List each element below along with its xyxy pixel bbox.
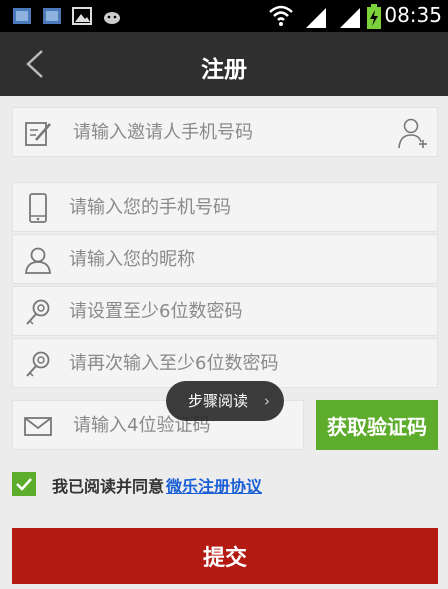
picture-icon: [72, 7, 92, 25]
title-bar: 注册: [0, 32, 448, 96]
password-confirm-input[interactable]: [69, 339, 389, 387]
password-field[interactable]: [12, 286, 438, 336]
agreement-link[interactable]: 微乐注册协议: [166, 473, 262, 497]
wifi-icon: [269, 5, 293, 26]
chevron-right-icon: ›: [264, 392, 270, 410]
signal-icon: [340, 8, 360, 28]
nickname-field[interactable]: [12, 234, 438, 284]
agreement-checkbox[interactable]: [12, 472, 36, 496]
sim-icon: [43, 8, 61, 24]
envelope-icon: [24, 417, 52, 436]
phone-icon: [29, 193, 47, 223]
step-reading-toast[interactable]: 步骤阅读 ›: [166, 381, 284, 421]
user-icon: [25, 247, 51, 274]
phone-input[interactable]: [69, 183, 389, 231]
android-icon: [104, 12, 120, 24]
submit-button[interactable]: 提交: [12, 528, 438, 584]
password-input[interactable]: [69, 287, 389, 335]
get-code-button[interactable]: 获取验证码: [316, 400, 438, 450]
agreement-text: 我已阅读并同意: [52, 477, 165, 496]
nickname-input[interactable]: [69, 235, 389, 283]
signal-icon: [306, 8, 326, 28]
sim-icon: [13, 8, 31, 24]
battery-charging-icon: [367, 4, 381, 29]
add-contact-icon[interactable]: [397, 116, 429, 150]
clock: 08:35: [384, 3, 442, 27]
phone-field[interactable]: [12, 182, 438, 232]
toast-label: 步骤阅读: [188, 392, 249, 410]
key-icon: [26, 351, 50, 377]
page-title: 注册: [201, 57, 247, 83]
edit-icon: [25, 122, 51, 146]
status-bar: 08:35: [0, 0, 448, 32]
key-icon: [26, 299, 50, 325]
invite-phone-field[interactable]: [12, 107, 438, 157]
invite-phone-input[interactable]: [73, 108, 393, 156]
